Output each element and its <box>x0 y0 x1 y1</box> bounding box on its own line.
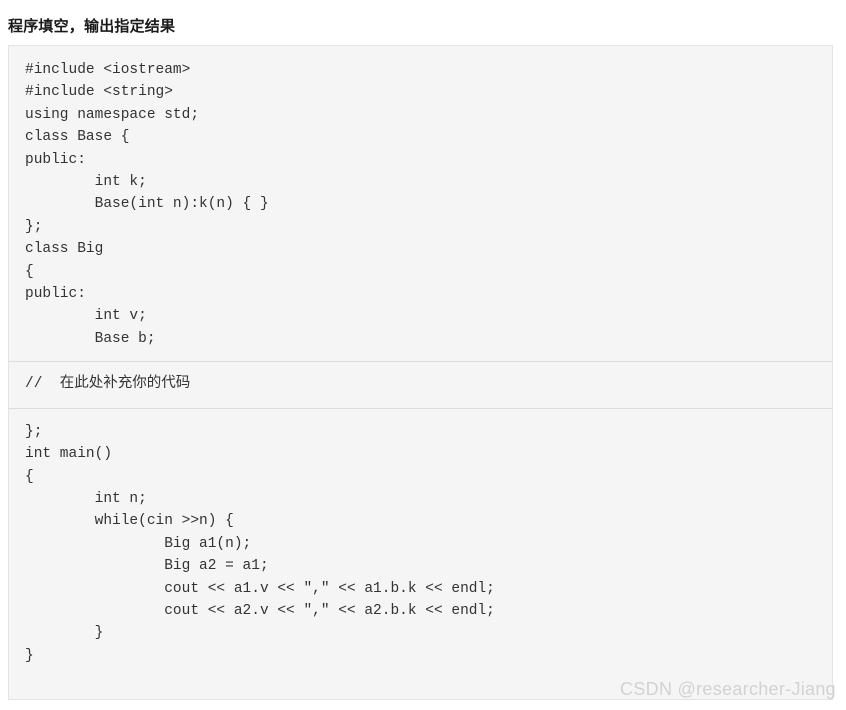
code-placeholder-region: // 在此处补充你的代码 <box>9 361 832 409</box>
csdn-watermark: CSDN @researcher-Jiang <box>620 679 836 699</box>
page-title: 程序填空，输出指定结果 <box>8 18 176 36</box>
code-placeholder-comment: // 在此处补充你的代码 <box>25 376 191 393</box>
code-block-card: #include <iostream> #include <string> us… <box>8 45 833 700</box>
code-segment-main: }; int main() { int n; while(cin >>n) { … <box>25 423 495 664</box>
code-segment-header: #include <iostream> #include <string> us… <box>25 62 269 347</box>
